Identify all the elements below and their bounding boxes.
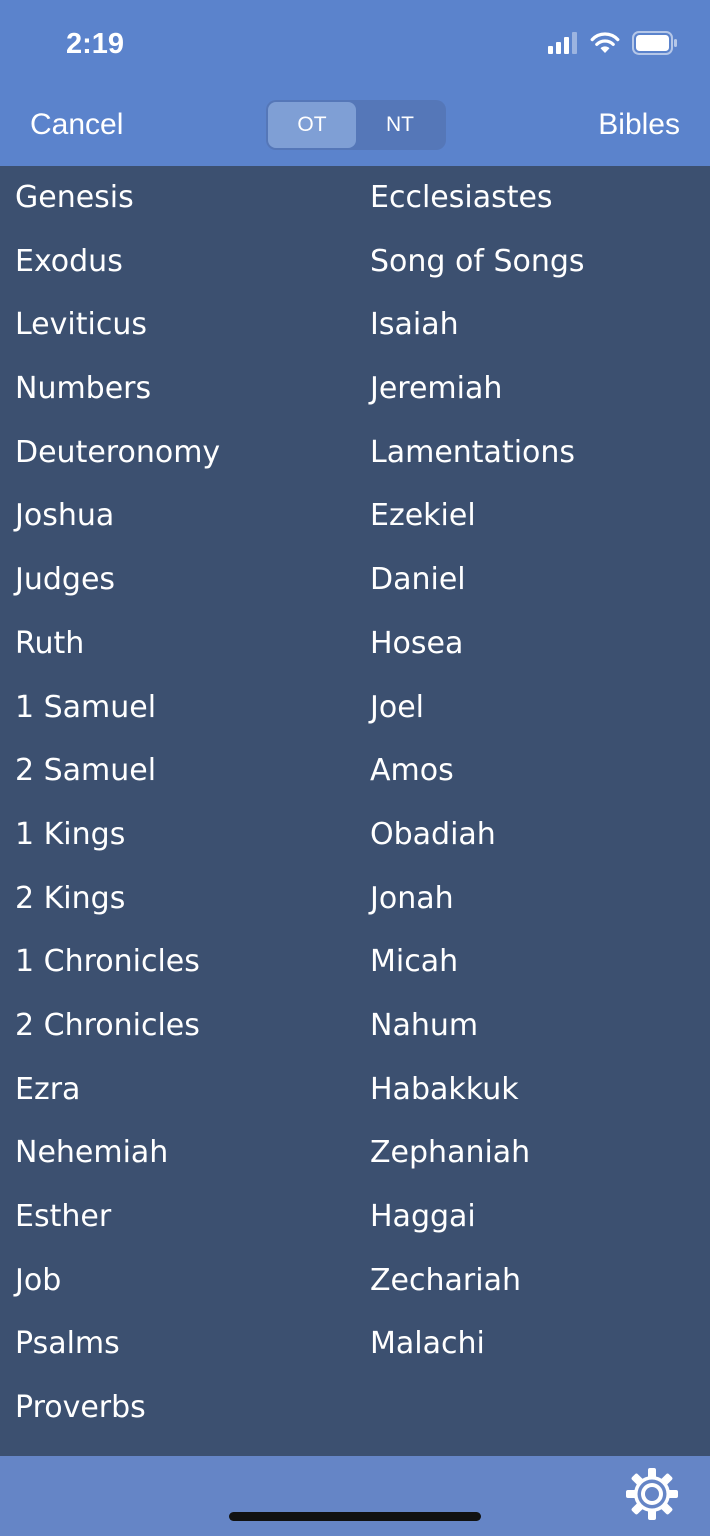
book-item[interactable]: Isaiah <box>370 293 710 357</box>
book-item[interactable]: Song of Songs <box>370 230 710 294</box>
book-item[interactable]: Jonah <box>370 867 710 931</box>
bottom-toolbar <box>0 1456 710 1536</box>
battery-icon <box>632 31 678 59</box>
book-item[interactable]: Hosea <box>370 612 710 676</box>
book-item[interactable]: Jeremiah <box>370 357 710 421</box>
book-item[interactable]: Genesis <box>15 166 355 230</box>
book-item[interactable]: Ezra <box>15 1058 355 1122</box>
book-item[interactable]: Lamentations <box>370 421 710 485</box>
wifi-icon <box>590 32 620 58</box>
book-item[interactable]: Amos <box>370 739 710 803</box>
segment-nt[interactable]: NT <box>356 102 444 148</box>
book-item[interactable]: Psalms <box>15 1312 355 1376</box>
book-item[interactable]: Esther <box>15 1185 355 1249</box>
book-item[interactable]: 2 Samuel <box>15 739 355 803</box>
book-item[interactable]: Ecclesiastes <box>370 166 710 230</box>
book-item[interactable]: 2 Kings <box>15 867 355 931</box>
book-column-right: Ecclesiastes Song of Songs Isaiah Jeremi… <box>370 166 710 1376</box>
book-item[interactable]: Nahum <box>370 994 710 1058</box>
status-icons <box>548 31 678 59</box>
book-item[interactable]: 1 Chronicles <box>15 930 355 994</box>
testament-segmented-control: OT NT <box>266 100 446 150</box>
book-item[interactable]: Haggai <box>370 1185 710 1249</box>
book-item[interactable]: Judges <box>15 548 355 612</box>
book-item[interactable]: Micah <box>370 930 710 994</box>
gear-icon[interactable] <box>624 1466 680 1522</box>
book-item[interactable]: Zephaniah <box>370 1121 710 1185</box>
book-item[interactable]: 1 Samuel <box>15 676 355 740</box>
book-list: Genesis Exodus Leviticus Numbers Deutero… <box>0 166 710 1456</box>
book-item[interactable]: Daniel <box>370 548 710 612</box>
book-column-left: Genesis Exodus Leviticus Numbers Deutero… <box>15 166 355 1440</box>
book-item[interactable]: Numbers <box>15 357 355 421</box>
book-item[interactable]: Ezekiel <box>370 484 710 548</box>
book-item[interactable]: Ruth <box>15 612 355 676</box>
status-bar: 2:19 <box>0 0 710 90</box>
book-item[interactable]: Exodus <box>15 230 355 294</box>
home-indicator <box>229 1512 481 1521</box>
book-item[interactable]: Leviticus <box>15 293 355 357</box>
book-item[interactable]: 1 Kings <box>15 803 355 867</box>
header-area: 2:19 Cancel OT NT Bibles <box>0 0 710 166</box>
navigation-bar: Cancel OT NT Bibles <box>0 90 710 166</box>
status-time: 2:19 <box>66 28 125 60</box>
cellular-signal-icon <box>548 32 578 58</box>
book-item[interactable]: Job <box>15 1249 355 1313</box>
book-item[interactable]: Habakkuk <box>370 1058 710 1122</box>
cancel-button[interactable]: Cancel <box>30 108 123 142</box>
book-item[interactable]: Joshua <box>15 484 355 548</box>
bibles-button[interactable]: Bibles <box>598 108 680 142</box>
book-item[interactable]: 2 Chronicles <box>15 994 355 1058</box>
book-item[interactable]: Zechariah <box>370 1249 710 1313</box>
book-item[interactable]: Joel <box>370 676 710 740</box>
book-item[interactable]: Deuteronomy <box>15 421 355 485</box>
book-item[interactable]: Nehemiah <box>15 1121 355 1185</box>
book-item[interactable]: Malachi <box>370 1312 710 1376</box>
book-item[interactable]: Obadiah <box>370 803 710 867</box>
segment-ot[interactable]: OT <box>268 102 356 148</box>
book-item[interactable]: Proverbs <box>15 1376 355 1440</box>
